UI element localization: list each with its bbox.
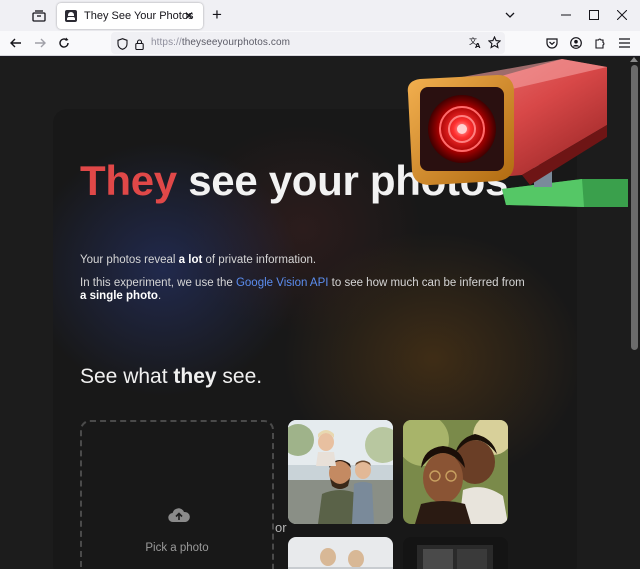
intro-line1-pre: Your photos reveal: [80, 254, 179, 266]
url-text[interactable]: https://theyseeyourphotos.com: [151, 37, 290, 48]
security-camera-illustration: [407, 59, 628, 207]
url-host: theyseeyourphotos.com: [181, 37, 291, 48]
intro-line2-post: .: [157, 290, 162, 302]
account-icon[interactable]: [566, 33, 586, 53]
svg-text:A: A: [475, 42, 481, 49]
address-bar[interactable]: https://theyseeyourphotos.com 文A: [111, 32, 505, 54]
intro-line-1: Your photos reveal a lot of private info…: [80, 254, 316, 266]
shield-icon[interactable]: [117, 37, 128, 55]
lock-icon[interactable]: [135, 37, 144, 55]
cloud-upload-icon: [168, 508, 190, 523]
url-scheme: https://: [151, 37, 182, 48]
navigation-toolbar: https://theyseeyourphotos.com 文A: [0, 31, 640, 56]
scroll-thumb[interactable]: [631, 65, 638, 350]
google-vision-api-link[interactable]: Google Vision API: [236, 277, 329, 289]
menu-hamburger-icon[interactable]: [614, 33, 634, 53]
chevron-down-icon[interactable]: [500, 5, 520, 25]
sample-photo-couple[interactable]: [403, 420, 508, 524]
close-tab-icon[interactable]: ✕: [182, 9, 196, 23]
intro-line2-pre: In this experiment, we use the: [80, 277, 236, 289]
page-scrollbar[interactable]: [628, 57, 640, 569]
back-arrow-icon[interactable]: [6, 33, 26, 53]
extensions-puzzle-icon[interactable]: [590, 33, 610, 53]
intro-line1-bold: a lot: [178, 254, 203, 266]
or-separator: or: [275, 520, 287, 535]
sample-photo-beach[interactable]: [288, 537, 393, 569]
translate-icon[interactable]: 文A: [469, 36, 482, 54]
forward-arrow-icon[interactable]: [30, 33, 50, 53]
pick-photo-label: Pick a photo: [145, 542, 209, 554]
intro-line2-mid: to see how much can be inferred from: [328, 277, 525, 289]
site-favicon-icon: [65, 10, 77, 22]
page-viewport: They see your photos Your photos reveal …: [0, 57, 628, 569]
section-bold: they: [173, 365, 217, 388]
title-word-they: They: [80, 157, 177, 204]
tab-bar: They See Your Photos ✕ +: [0, 0, 640, 31]
intro-line2-bold: a single photo: [80, 290, 158, 302]
intro-line-2: In this experiment, we use the Google Vi…: [80, 277, 530, 303]
intro-line1-post: of private information.: [202, 254, 317, 266]
pocket-icon[interactable]: [542, 33, 562, 53]
scroll-up-arrow-icon[interactable]: [630, 57, 638, 62]
tab-list-icon[interactable]: [28, 6, 50, 26]
section-heading: See what they see.: [80, 365, 262, 389]
section-post: see.: [216, 365, 263, 388]
new-tab-plus-icon[interactable]: +: [209, 6, 225, 23]
bookmark-star-icon[interactable]: [487, 35, 502, 54]
minimize-icon[interactable]: [556, 5, 576, 25]
reload-icon[interactable]: [54, 33, 74, 53]
maximize-icon[interactable]: [584, 5, 604, 25]
sample-photo-window[interactable]: [403, 537, 508, 569]
tab-title: They See Your Photos: [84, 10, 194, 22]
section-pre: See what: [80, 365, 174, 388]
tab-they-see-your-photos[interactable]: They See Your Photos ✕: [57, 3, 203, 29]
photo-dropzone[interactable]: Pick a photo: [80, 420, 274, 569]
close-window-icon[interactable]: [612, 5, 632, 25]
sample-photo-family[interactable]: [288, 420, 393, 524]
